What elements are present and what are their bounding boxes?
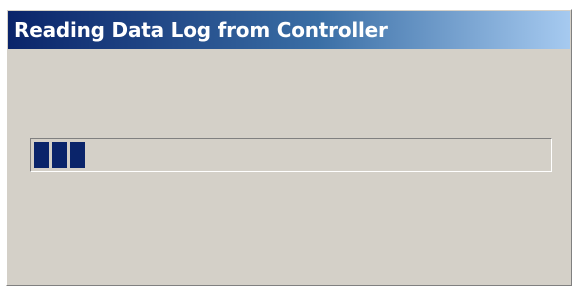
progress-dialog: Reading Data Log from Controller (6, 9, 572, 286)
title-bar[interactable]: Reading Data Log from Controller (8, 11, 570, 49)
progress-fill (34, 142, 548, 168)
progress-block (34, 142, 49, 168)
progress-bar (30, 138, 552, 172)
window-title: Reading Data Log from Controller (14, 18, 388, 42)
progress-block (70, 142, 85, 168)
progress-block (52, 142, 67, 168)
